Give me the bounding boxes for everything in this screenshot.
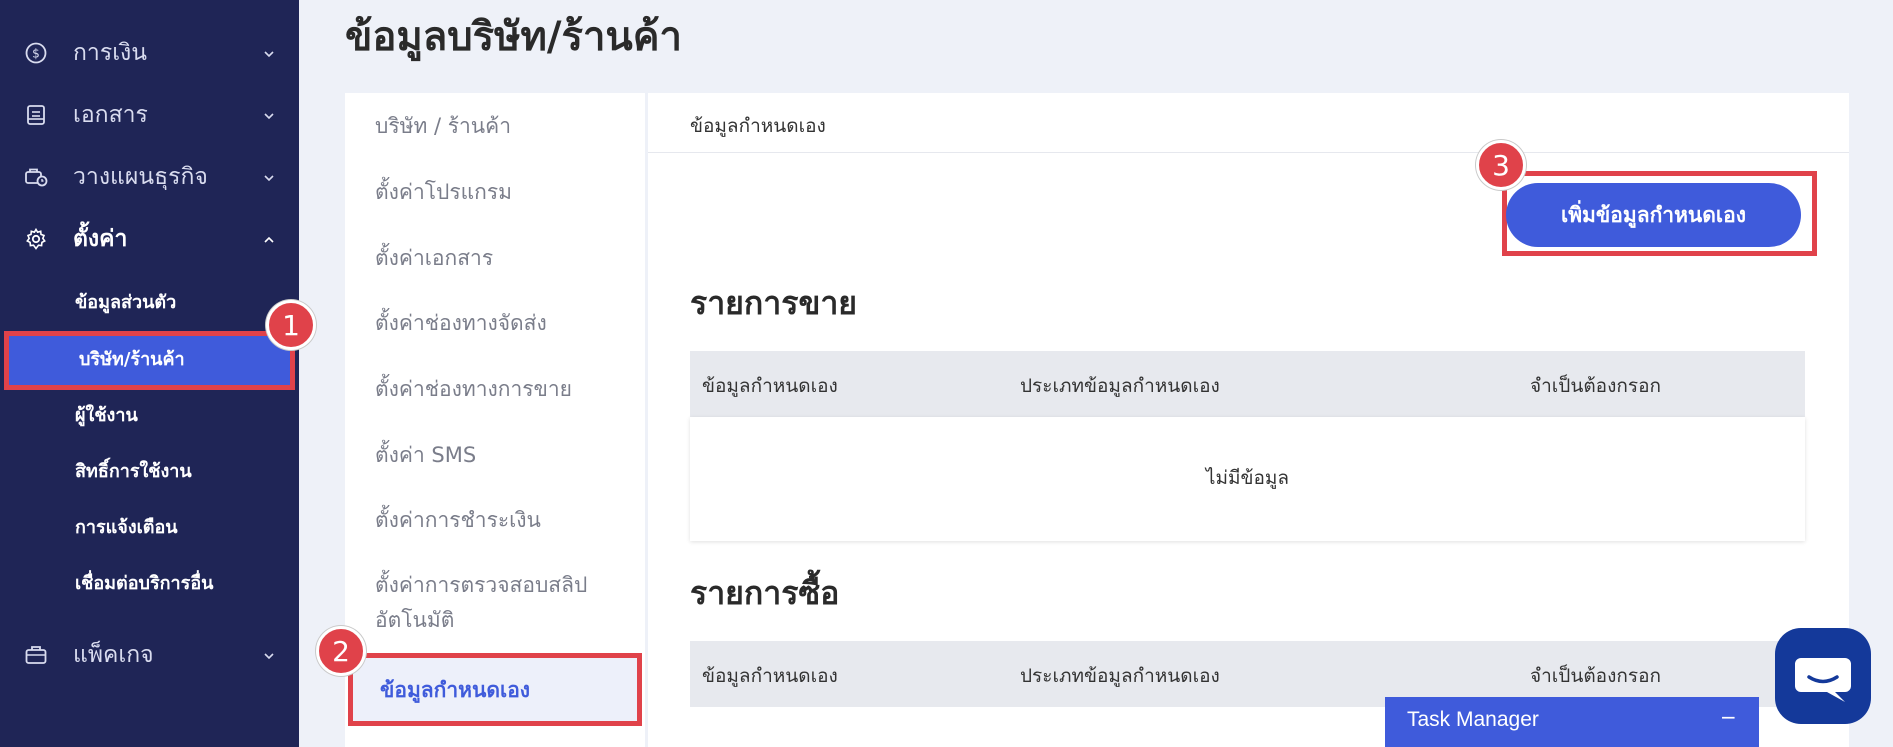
column-header: จำเป็นต้องกรอก xyxy=(1530,375,1661,397)
sidebar: $ การเงิน เอกสาร วางแผนธุรกิจ ตั้งค่า ข้… xyxy=(0,0,299,747)
sidebar-subitem-users[interactable]: ผู้ใช้งาน xyxy=(0,388,299,436)
sidebar-subitem-label: ผู้ใช้งาน xyxy=(75,405,138,426)
sales-section-title: รายการขาย xyxy=(690,284,858,322)
chevron-down-icon xyxy=(264,113,274,120)
chat-button[interactable] xyxy=(1775,628,1871,724)
minimize-icon[interactable]: − xyxy=(1720,705,1737,729)
step-marker-2: 2 xyxy=(316,626,366,676)
settings-menu-item-slip-check[interactable]: ตั้งค่าการตรวจสอบสลิป อัตโนมัติ xyxy=(375,568,587,638)
settings-menu-item-payment[interactable]: ตั้งค่าการชำระเงิน xyxy=(375,502,541,538)
sales-table-body: ไม่มีข้อมูล xyxy=(690,417,1805,541)
sidebar-item-label: วางแผนธุรกิจ xyxy=(73,164,208,190)
purchase-section-title: รายการซื้อ xyxy=(690,574,840,612)
chevron-down-icon xyxy=(264,51,274,58)
sidebar-subitem-label: สิทธิ์การใช้งาน xyxy=(75,461,192,482)
settings-menu-item-slip-check-line2: อัตโนมัติ xyxy=(375,608,455,632)
step-marker-3: 3 xyxy=(1476,140,1526,190)
sidebar-item-documents[interactable]: เอกสาร xyxy=(0,90,299,140)
chevron-up-icon xyxy=(264,236,274,243)
custom-fields-panel: ข้อมูลกำหนดเอง เพิ่มข้อมูลกำหนดเอง รายกา… xyxy=(648,93,1849,747)
document-icon xyxy=(27,105,45,125)
sales-table: ข้อมูลกำหนดเอง ประเภทข้อมูลกำหนดเอง จำเป… xyxy=(690,351,1805,541)
sidebar-item-settings[interactable]: ตั้งค่า xyxy=(0,214,299,264)
sidebar-subitem-integrations[interactable]: เชื่อมต่อบริการอื่น xyxy=(0,556,299,604)
column-header: จำเป็นต้องกรอก xyxy=(1530,665,1661,687)
content-header-title: ข้อมูลกำหนดเอง xyxy=(690,115,826,137)
sidebar-item-label: เอกสาร xyxy=(73,102,148,128)
settings-menu-item-label: ข้อมูลกำหนดเอง xyxy=(380,677,531,702)
settings-menu-item-sales-channels[interactable]: ตั้งค่าช่องทางการขาย xyxy=(375,371,572,407)
settings-menu-item-program[interactable]: ตั้งค่าโปรแกรม xyxy=(375,174,512,210)
chevron-down-icon xyxy=(264,653,274,660)
column-header: ข้อมูลกำหนดเอง xyxy=(702,665,838,687)
briefcase-clock-icon xyxy=(25,168,48,187)
package-icon xyxy=(25,646,47,664)
empty-state: ไม่มีข้อมูล xyxy=(1205,467,1290,489)
column-header: ประเภทข้อมูลกำหนดเอง xyxy=(1020,665,1220,687)
dollar-circle-icon: $ xyxy=(25,42,47,64)
sidebar-item-label: แพ็คเกจ xyxy=(73,642,154,668)
column-header: ประเภทข้อมูลกำหนดเอง xyxy=(1020,375,1220,397)
content-header: ข้อมูลกำหนดเอง xyxy=(648,93,1849,153)
sidebar-item-package[interactable]: แพ็คเกจ xyxy=(0,630,299,680)
settings-menu-item-shipping[interactable]: ตั้งค่าช่องทางจัดส่ง xyxy=(375,305,547,341)
chevron-down-icon xyxy=(264,175,274,182)
settings-menu-item-sms[interactable]: ตั้งค่า SMS xyxy=(375,437,476,473)
step-marker-1: 1 xyxy=(266,300,316,350)
sidebar-subitem-notifications[interactable]: การแจ้งเตือน xyxy=(0,500,299,548)
sidebar-subitem-label: ข้อมูลส่วนตัว xyxy=(75,292,177,313)
sales-table-header: ข้อมูลกำหนดเอง ประเภทข้อมูลกำหนดเอง จำเป… xyxy=(690,351,1805,417)
sidebar-item-finance[interactable]: $ การเงิน xyxy=(0,28,299,78)
settings-menu-item-custom-fields[interactable]: ข้อมูลกำหนดเอง xyxy=(348,653,642,726)
sidebar-subitem-profile[interactable]: ข้อมูลส่วนตัว xyxy=(0,275,299,323)
svg-text:$: $ xyxy=(32,47,40,61)
gear-icon xyxy=(26,227,46,250)
sidebar-item-label: ตั้งค่า xyxy=(73,226,128,252)
settings-menu-item-documents[interactable]: ตั้งค่าเอกสาร xyxy=(375,240,493,276)
task-manager-bar[interactable]: Task Manager − xyxy=(1385,697,1759,747)
sidebar-subitem-label: การแจ้งเตือน xyxy=(75,517,178,538)
settings-menu-item-company[interactable]: บริษัท / ร้านค้า xyxy=(375,108,511,144)
sidebar-item-business-plan[interactable]: วางแผนธุรกิจ xyxy=(0,152,299,202)
page-title: ข้อมูลบริษัท/ร้านค้า xyxy=(345,14,682,60)
sidebar-subitem-company[interactable]: บริษัท/ร้านค้า xyxy=(4,331,295,390)
settings-menu: บริษัท / ร้านค้า ตั้งค่าโปรแกรม ตั้งค่าเ… xyxy=(345,93,645,747)
settings-menu-item-slip-check-line1: ตั้งค่าการตรวจสอบสลิป xyxy=(375,573,588,597)
task-manager-label: Task Manager xyxy=(1407,708,1539,731)
chat-bubble-icon xyxy=(1795,658,1851,702)
add-custom-field-button[interactable]: เพิ่มข้อมูลกำหนดเอง xyxy=(1506,183,1801,247)
sidebar-subitem-permissions[interactable]: สิทธิ์การใช้งาน xyxy=(0,444,299,492)
column-header: ข้อมูลกำหนดเอง xyxy=(702,375,838,397)
sidebar-subitem-label: บริษัท/ร้านค้า xyxy=(79,349,185,370)
sidebar-item-label: การเงิน xyxy=(73,40,148,66)
sidebar-subitem-label: เชื่อมต่อบริการอื่น xyxy=(75,573,214,594)
